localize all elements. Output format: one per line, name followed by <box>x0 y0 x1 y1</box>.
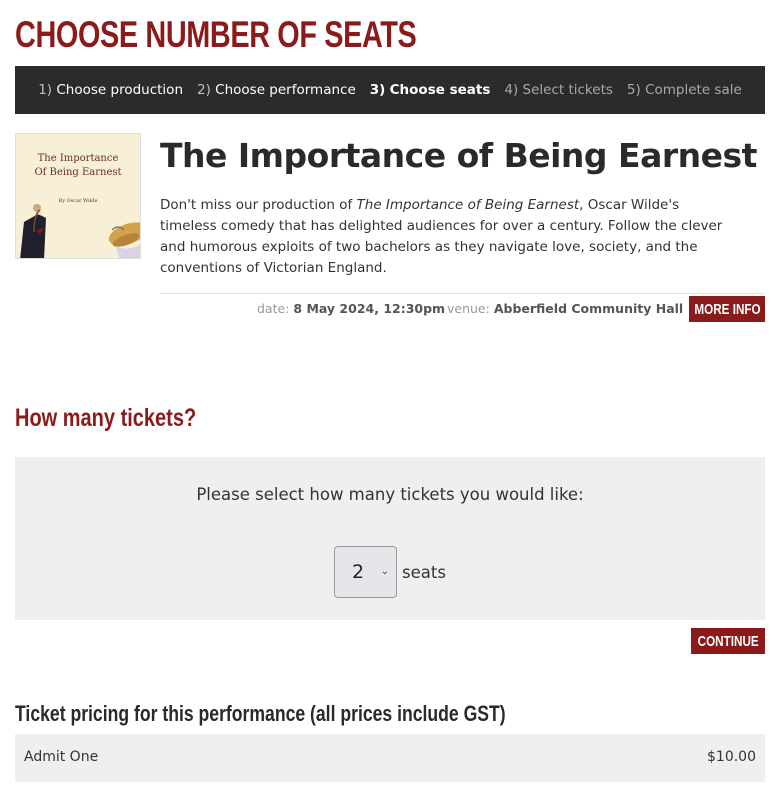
step-number: 4) <box>504 82 519 98</box>
price-type: Admit One <box>24 749 99 765</box>
description-title: The Importance of Being Earnest <box>356 197 580 213</box>
seat-count-select[interactable]: 2 ⌄ <box>334 546 397 598</box>
continue-button[interactable]: CONTINUE <box>691 628 765 654</box>
step-number: 5) <box>626 82 641 98</box>
step-label: Choose performance <box>215 82 356 98</box>
page-title: CHOOSE NUMBER OF SEATS <box>15 14 417 55</box>
step-complete-sale: 5) Complete sale <box>627 82 742 98</box>
performance-date: date: 8 May 2024, 12:30pm <box>257 301 445 316</box>
step-choose-production[interactable]: 1) Choose production <box>38 82 183 98</box>
seat-count-value: 2 <box>352 561 365 583</box>
more-info-label: MORE INFO <box>693 300 761 318</box>
step-number: 3) <box>369 82 386 98</box>
more-info-button[interactable]: MORE INFO <box>689 296 765 322</box>
step-choose-seats: 3) Choose seats <box>370 82 491 98</box>
price-amount: $10.00 <box>707 749 756 765</box>
poster-illustration <box>20 204 140 258</box>
description-text: Don't miss our production of <box>160 197 357 213</box>
venue-value: Abberfield Community Hall <box>493 301 684 316</box>
tickets-heading: How many tickets? <box>15 404 197 432</box>
production-description: Don't miss our production of The Importa… <box>160 195 740 279</box>
continue-label: CONTINUE <box>697 632 759 650</box>
date-value: 8 May 2024, 12:30pm <box>293 301 446 316</box>
pricing-heading: Ticket pricing for this performance (all… <box>15 701 506 726</box>
price-row: Admit One $10.00 <box>15 734 765 782</box>
chevron-down-icon: ⌄ <box>380 566 389 577</box>
production-poster: The Importance Of Being Earnest By Oscar… <box>15 133 141 259</box>
step-label: Choose production <box>56 82 183 98</box>
ticket-count-panel: Please select how many tickets you would… <box>15 457 765 620</box>
seats-unit-label: seats <box>402 563 446 582</box>
step-choose-performance[interactable]: 2) Choose performance <box>197 82 356 98</box>
step-label: Select tickets <box>522 82 613 98</box>
step-label: Complete sale <box>645 82 742 98</box>
step-select-tickets: 4) Select tickets <box>504 82 613 98</box>
production-title: The Importance of Being Earnest <box>160 136 757 175</box>
step-number: 1) <box>38 82 53 98</box>
performance-venue: venue: Abberfield Community Hall <box>447 301 683 316</box>
step-number: 2) <box>197 82 211 98</box>
ticket-count-prompt: Please select how many tickets you would… <box>196 485 584 504</box>
venue-label: venue: <box>447 301 490 316</box>
date-label: date: <box>257 301 290 316</box>
meta-divider <box>160 293 765 294</box>
step-label: Choose seats <box>389 82 491 98</box>
checkout-steps: 1) Choose production 2) Choose performan… <box>15 66 765 114</box>
